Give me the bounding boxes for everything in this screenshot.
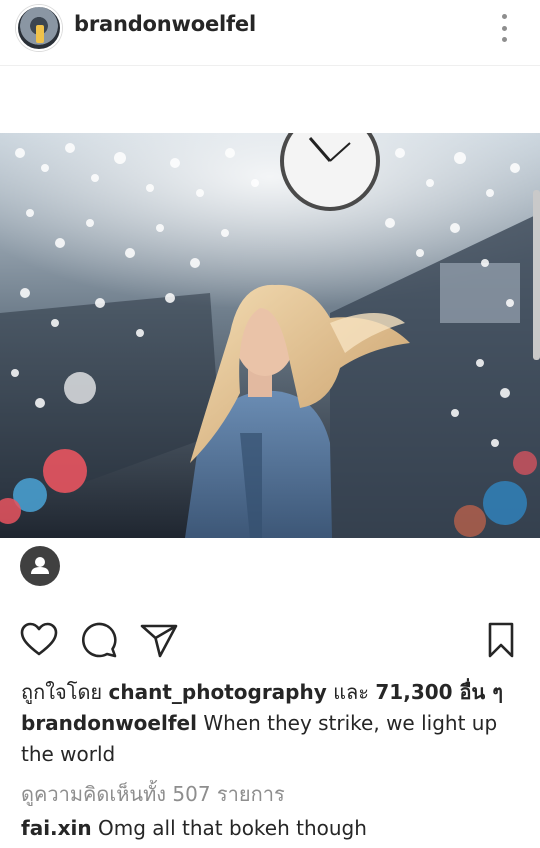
post-header: brandonwoelfel bbox=[0, 0, 540, 66]
photo-illustration bbox=[0, 133, 540, 538]
heart-icon[interactable] bbox=[19, 620, 59, 660]
comment-username[interactable]: fai.xin bbox=[21, 816, 92, 840]
likes-count[interactable]: 71,300 bbox=[375, 680, 452, 704]
person-icon[interactable] bbox=[20, 546, 60, 586]
post-caption: brandonwoelfel When they strike, we ligh… bbox=[21, 708, 521, 770]
liker-username[interactable]: chant_photography bbox=[109, 680, 327, 704]
likes-prefix: ถูกใจโดย bbox=[21, 680, 109, 704]
post-photo[interactable] bbox=[0, 133, 540, 538]
profile-avatar[interactable] bbox=[16, 5, 62, 51]
post-username[interactable]: brandonwoelfel bbox=[74, 12, 256, 36]
caption-username[interactable]: brandonwoelfel bbox=[21, 711, 197, 735]
likes-line[interactable]: ถูกใจโดย chant_photography และ 71,300 อื… bbox=[21, 676, 503, 708]
scroll-indicator[interactable] bbox=[533, 190, 540, 360]
comment-item: fai.xin Omg all that bokeh though bbox=[21, 816, 367, 840]
comment-text: Omg all that bokeh though bbox=[98, 816, 367, 840]
paper-plane-icon[interactable] bbox=[139, 620, 179, 660]
action-bar bbox=[0, 620, 540, 662]
likes-suffix[interactable]: อื่น ๆ bbox=[453, 680, 503, 704]
view-all-comments-link[interactable]: ดูความคิดเห็นทั้ง 507 รายการ bbox=[21, 778, 285, 810]
bookmark-icon[interactable] bbox=[481, 620, 521, 660]
more-vertical-icon[interactable] bbox=[494, 14, 514, 42]
likes-middle: และ bbox=[326, 680, 376, 704]
comment-bubble-icon[interactable] bbox=[79, 620, 119, 660]
